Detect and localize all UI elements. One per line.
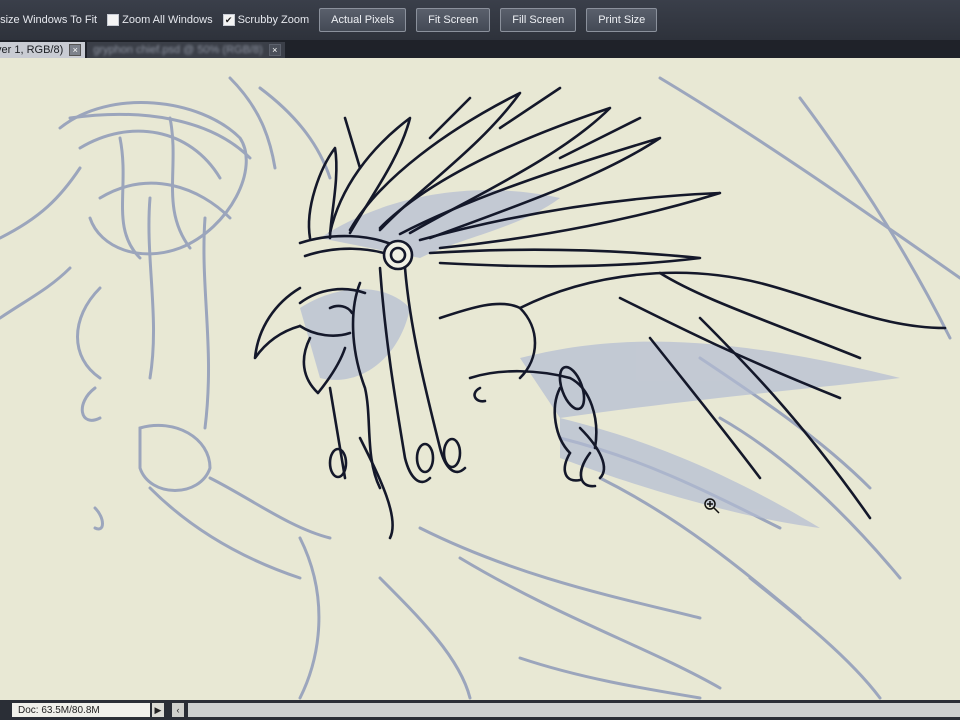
- scrubby-zoom-checkbox[interactable]: ✔: [222, 14, 235, 26]
- print-size-button[interactable]: Print Size: [586, 8, 658, 32]
- status-bar: Doc: 63.5M/80.8M ▶ ‹: [0, 700, 960, 720]
- zoom-all-windows-checkbox[interactable]: [107, 14, 120, 26]
- close-icon[interactable]: ×: [69, 44, 82, 56]
- document-canvas[interactable]: [0, 58, 960, 700]
- horizontal-scrollbar[interactable]: [188, 703, 960, 717]
- zoom-all-windows-option[interactable]: Zoom All Windows: [97, 14, 213, 26]
- document-tab-label: yer 1, RGB/8): [0, 44, 64, 56]
- document-tab-gryphon[interactable]: gryphon chief.psd @ 50% (RGB/8) ×: [87, 42, 285, 58]
- document-tab-layer1[interactable]: yer 1, RGB/8) ×: [0, 42, 86, 58]
- document-size-readout: Doc: 63.5M/80.8M: [12, 703, 150, 717]
- chevron-left-icon[interactable]: ‹: [172, 703, 184, 717]
- play-arrow-icon[interactable]: ▶: [152, 703, 164, 717]
- resize-windows-to-fit-label: esize Windows To Fit: [0, 14, 98, 26]
- zoom-all-windows-label: Zoom All Windows: [122, 14, 213, 26]
- close-icon[interactable]: ×: [268, 44, 281, 56]
- fill-screen-button[interactable]: Fill Screen: [500, 8, 577, 32]
- gryphon-artwork: [0, 76, 960, 700]
- scrubby-zoom-option[interactable]: ✔ Scrubby Zoom: [213, 14, 310, 26]
- document-tab-strip: yer 1, RGB/8) × gryphon chief.psd @ 50% …: [0, 40, 960, 58]
- resize-windows-to-fit-option[interactable]: esize Windows To Fit: [0, 14, 97, 26]
- checkmark-icon: ✔: [224, 15, 233, 25]
- scrubby-zoom-label: Scrubby Zoom: [237, 14, 310, 26]
- fit-screen-button[interactable]: Fit Screen: [416, 8, 491, 32]
- actual-pixels-button[interactable]: Actual Pixels: [319, 8, 407, 32]
- zoom-options-bar: esize Windows To Fit Zoom All Windows ✔ …: [0, 0, 960, 40]
- document-tab-label: gryphon chief.psd @ 50% (RGB/8): [93, 44, 263, 56]
